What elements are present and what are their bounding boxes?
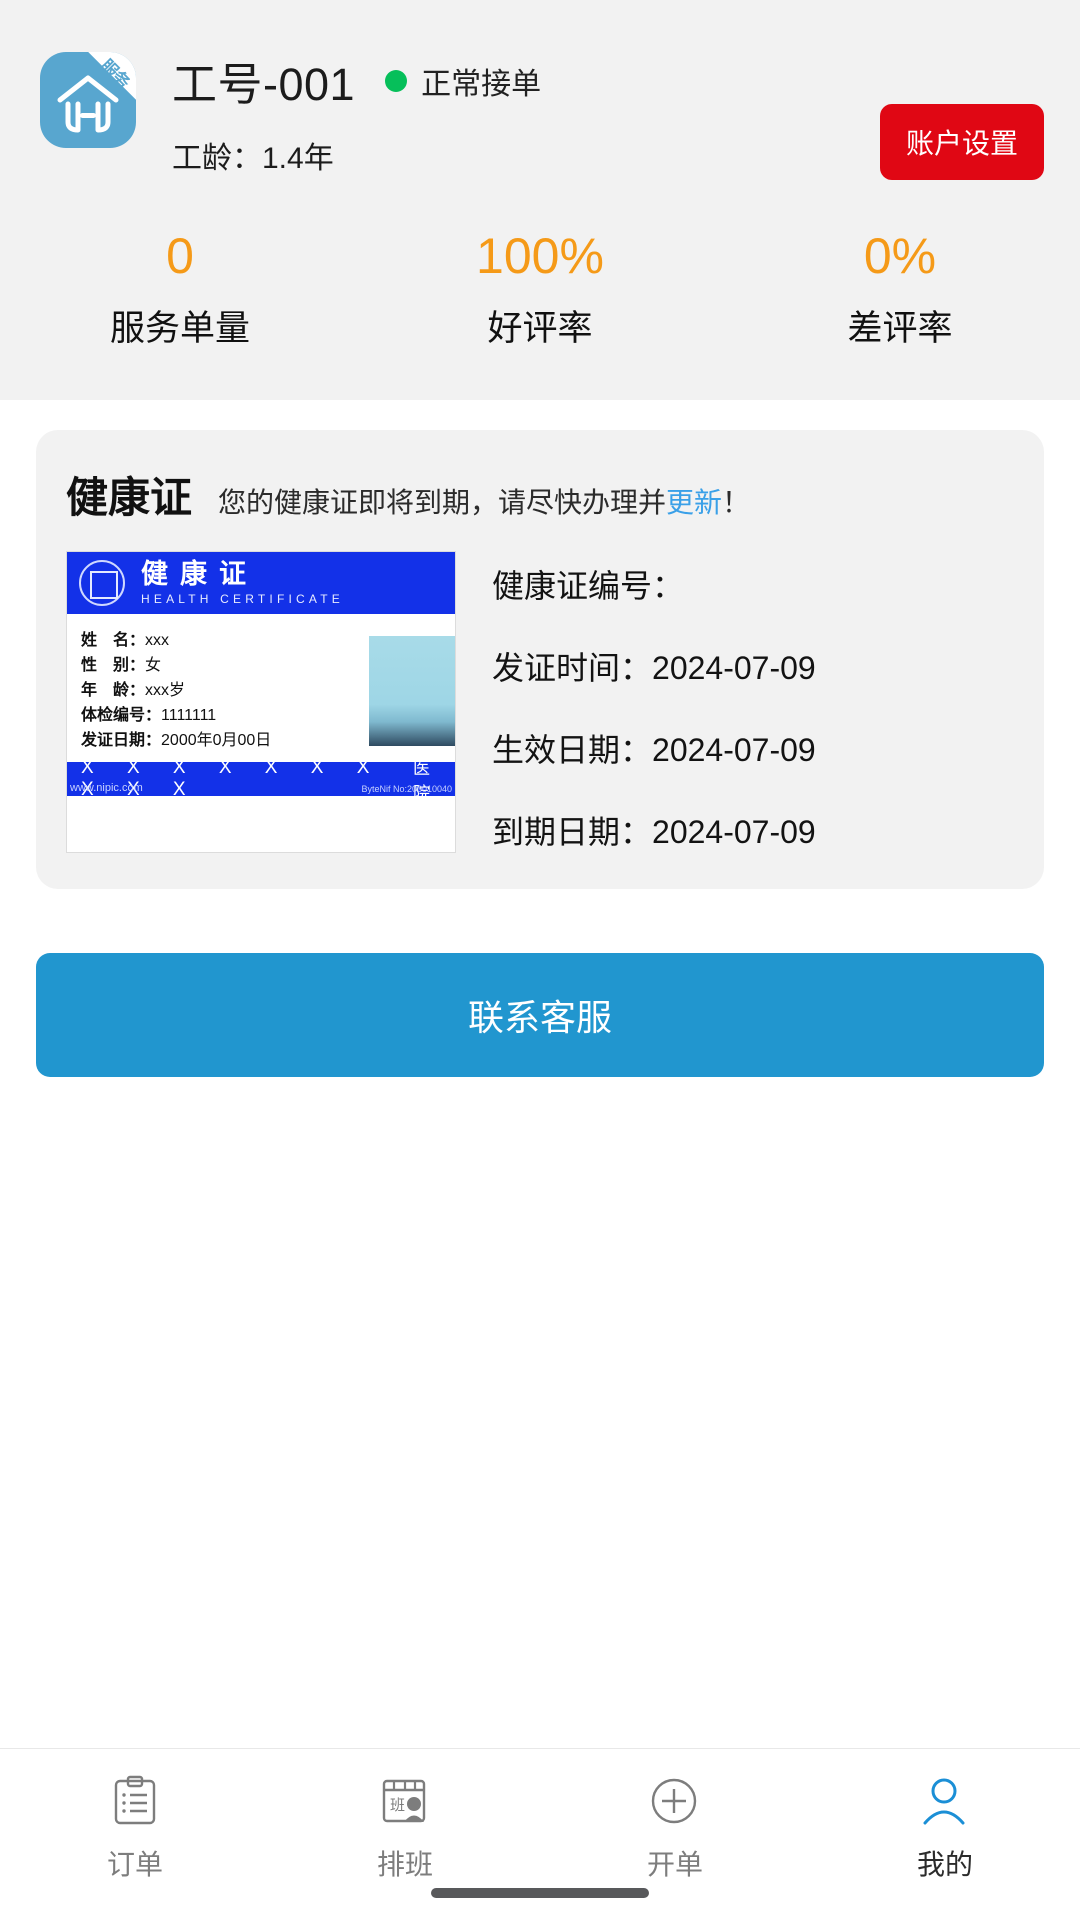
tab-orders[interactable]: 订单 [0,1749,270,1920]
field-label: 体检编号： [81,707,162,724]
update-link[interactable]: 更新 [666,487,722,518]
tab-mine[interactable]: 我的 [810,1749,1080,1920]
health-card-body: 健康证 HEALTH CERTIFICATE 姓 名：xxx 性 别：女 年 龄… [66,551,1014,853]
field-label: 性 别： [81,657,146,674]
stat-bad-rate: 0% 差评率 [720,229,1080,351]
detail-row-issue-time: 发证时间：2024-07-09 [492,643,1014,689]
stat-value: 0 [166,228,194,284]
certificate-footer: X X X X X X X X X X 医 院 www.nipic.com By… [67,757,455,803]
status-text: 正常接单 [421,67,542,101]
stats-row: 0 服务单量 100% 好评率 0% 差评率 [0,229,1080,351]
certificate-image[interactable]: 健康证 HEALTH CERTIFICATE 姓 名：xxx 性 别：女 年 龄… [66,551,456,853]
worker-id: 工号-001 [172,59,356,110]
identity-row: 服务 工号-001 正常接单 工龄：1.4年 账户设置 [0,46,1080,180]
field-value: xxx岁 [145,682,186,699]
tab-label: 订单 [106,1849,163,1880]
calendar-person-icon: 班 [377,1771,433,1833]
health-card-header: 健康证 您的健康证即将到期，请尽快办理并更新！ [66,464,1014,525]
certificate-footer-x: X X X X X X X X X X [81,757,384,800]
user-icon [917,1771,973,1833]
health-card-warning: 您的健康证即将到期，请尽快办理并更新！ [218,486,750,520]
certificate-details: 健康证编号： 发证时间：2024-07-09 生效日期：2024-07-09 到… [492,551,1014,853]
certificate-watermark-right: ByteNif No:200010040 [361,784,452,794]
detail-label: 发证时间： [492,650,653,686]
identity-texts: 工号-001 正常接单 工龄：1.4年 [172,46,541,177]
detail-value: 2024-07-09 [652,650,816,686]
detail-value: 2024-07-09 [652,814,816,850]
detail-value: 2024-07-09 [652,732,816,768]
status-dot-icon [385,69,408,92]
field-label: 发证日期： [81,732,162,749]
tab-label: 我的 [916,1849,973,1880]
field-label: 姓 名： [81,632,146,649]
account-settings-button[interactable]: 账户设置 [879,104,1044,180]
certificate-footer-hospital: 医 院 [412,759,436,803]
stat-value: 100% [476,228,604,284]
seniority-text: 工龄：1.4年 [172,142,334,175]
clipboard-list-icon [107,1771,163,1833]
stat-value: 0% [863,228,937,284]
detail-label: 生效日期： [492,732,653,768]
tab-label: 排班 [376,1849,433,1880]
plus-circle-icon [647,1771,703,1833]
certificate-banner: 健康证 HEALTH CERTIFICATE [67,552,455,614]
stat-service-orders: 0 服务单量 [0,229,360,351]
stat-label: 好评率 [487,309,593,348]
detail-label: 到期日期： [492,814,653,850]
certificate-fields: 姓 名：xxx 性 别：女 年 龄：xxx岁 体检编号：1111111 发证日期… [67,614,455,762]
tab-label: 开单 [646,1849,703,1880]
field-value: 女 [145,657,162,674]
health-certificate-card: 健康证 您的健康证即将到期，请尽快办理并更新！ 健康证 HEALTH CERTI… [36,430,1044,889]
field-value: 2000年0月00日 [161,732,272,749]
home-indicator [431,1888,649,1898]
bottom-navigation: 订单 班 排班 开单 我的 [0,1748,1080,1920]
certificate-title-cn: 健康证 [141,559,258,589]
detail-row-effective-date: 生效日期：2024-07-09 [492,725,1014,771]
field-value: xxx [145,632,170,649]
svg-text:班: 班 [390,1797,405,1814]
stat-label: 服务单量 [109,309,250,348]
detail-row-number: 健康证编号： [492,561,1014,607]
health-card-title: 健康证 [66,474,193,521]
warning-suffix: ！ [722,487,751,518]
warning-prefix: 您的健康证即将到期，请尽快办理并 [218,487,667,518]
detail-label: 健康证编号： [492,568,685,604]
stat-good-rate: 100% 好评率 [360,229,720,351]
app-logo: 服务 [40,52,136,148]
stat-label: 差评率 [847,309,953,348]
certificate-watermark-left: www.nipic.com [70,782,143,794]
health-emblem-icon [79,560,125,606]
profile-header: 服务 工号-001 正常接单 工龄：1.4年 账户设置 0 服务单量 100% … [0,0,1080,400]
field-label: 年 龄： [81,682,146,699]
certificate-photo [369,636,455,746]
field-value: 1111111 [161,707,217,724]
contact-support-button[interactable]: 联系客服 [36,953,1044,1077]
certificate-title-en: HEALTH CERTIFICATE [141,592,344,606]
detail-row-expiry-date: 到期日期：2024-07-09 [492,807,1014,853]
